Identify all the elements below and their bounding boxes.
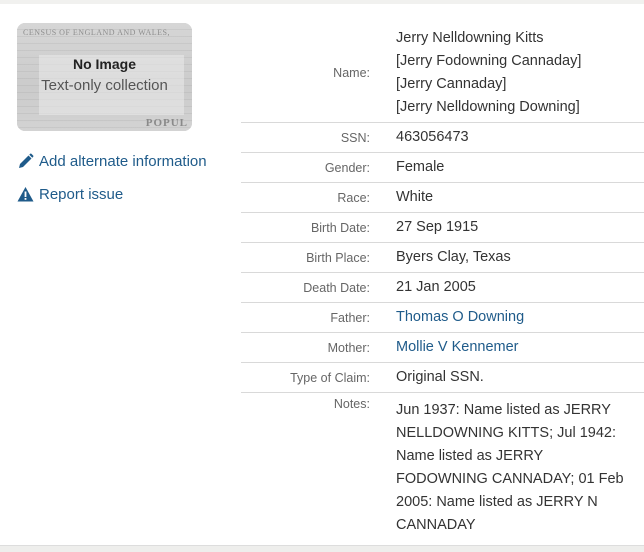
name-values: Jerry Nelldowning Kitts [Jerry Fodowning… [385, 24, 644, 122]
claim-type-row: Type of Claim: Original SSN. [241, 363, 644, 393]
add-alternate-label: Add alternate information [39, 153, 207, 170]
notes-line: Jun 1937: Name listed as JERRY [396, 402, 611, 418]
death-date-label: Death Date: [303, 280, 370, 295]
notes-line: FODOWNING CANNADAY; 01 Feb [396, 471, 624, 487]
primary-name: Jerry Nelldowning Kitts [396, 30, 544, 46]
pencil-icon [17, 153, 34, 170]
gender-label: Gender: [324, 160, 370, 175]
report-issue-link[interactable]: Report issue [17, 186, 123, 203]
ssn-label: SSN: [340, 130, 370, 145]
report-issue-label: Report issue [39, 186, 124, 203]
mother-row: Mother: Mollie V Kennemer [241, 333, 644, 363]
document-heading-text: CENSUS OF ENGLAND AND WALES, [23, 28, 170, 37]
notes-line: NELLDOWNING KITTS; Jul 1942: [396, 425, 616, 441]
father-link[interactable]: Thomas O Downing [396, 306, 524, 329]
warning-icon [17, 186, 34, 203]
ssn-row: SSN: 463056473 [241, 123, 644, 153]
birth-place-value: Byers Clay, Texas [396, 249, 511, 265]
birth-place-row: Birth Place: Byers Clay, Texas [241, 243, 644, 273]
alternate-name: [Jerry Nelldowning Downing] [396, 99, 580, 115]
birth-date-label: Birth Date: [310, 220, 370, 235]
record-details-table: Name: Jerry Nelldowning Kitts [Jerry Fod… [241, 24, 644, 537]
notes-line: Name listed as JERRY [396, 448, 544, 464]
alternate-name: [Jerry Fodowning Cannaday] [396, 53, 582, 69]
document-word-text: POPUL [145, 117, 188, 129]
gender-value: Female [396, 159, 445, 175]
death-date-row: Death Date: 21 Jan 2005 [241, 273, 644, 303]
birth-date-value: 27 Sep 1915 [396, 219, 479, 235]
gender-row: Gender: Female [241, 153, 644, 183]
claim-type-label: Type of Claim: [290, 370, 370, 385]
mother-value: Mollie V Kennemer [385, 333, 644, 362]
notes-line: CANNADAY [396, 517, 476, 533]
name-label: Name: [333, 66, 370, 80]
father-value: Thomas O Downing [385, 303, 644, 332]
race-row: Race: White [241, 183, 644, 213]
notes-label: Notes: [333, 397, 370, 411]
bottom-band [0, 545, 644, 552]
record-thumbnail[interactable]: CENSUS OF ENGLAND AND WALES, POPUL No Im… [17, 23, 192, 131]
death-date-value: 21 Jan 2005 [396, 279, 476, 295]
mother-label: Mother: [327, 340, 370, 355]
race-label: Race: [337, 190, 370, 205]
no-image-title: No Image [72, 56, 136, 72]
father-row: Father: Thomas O Downing [241, 303, 644, 333]
alternate-name: [Jerry Cannaday] [396, 76, 507, 92]
notes-row: Notes: Jun 1937: Name listed as JERRY NE… [241, 393, 644, 537]
ssn-value: 463056473 [396, 129, 469, 145]
notes-value: Jun 1937: Name listed as JERRY NELLDOWNI… [385, 393, 644, 537]
claim-type-value: Original SSN. [396, 369, 484, 385]
name-row: Name: Jerry Nelldowning Kitts [Jerry Fod… [241, 24, 644, 123]
mother-link[interactable]: Mollie V Kennemer [396, 336, 519, 359]
birth-date-row: Birth Date: 27 Sep 1915 [241, 213, 644, 243]
notes-line: 2005: Name listed as JERRY N [396, 494, 598, 510]
add-alternate-link[interactable]: Add alternate information [17, 153, 207, 170]
father-label: Father: [330, 310, 370, 325]
birth-place-label: Birth Place: [306, 250, 370, 265]
text-only-subtitle: Text-only collection [41, 77, 168, 94]
race-value: White [396, 189, 434, 205]
top-band [0, 0, 644, 4]
